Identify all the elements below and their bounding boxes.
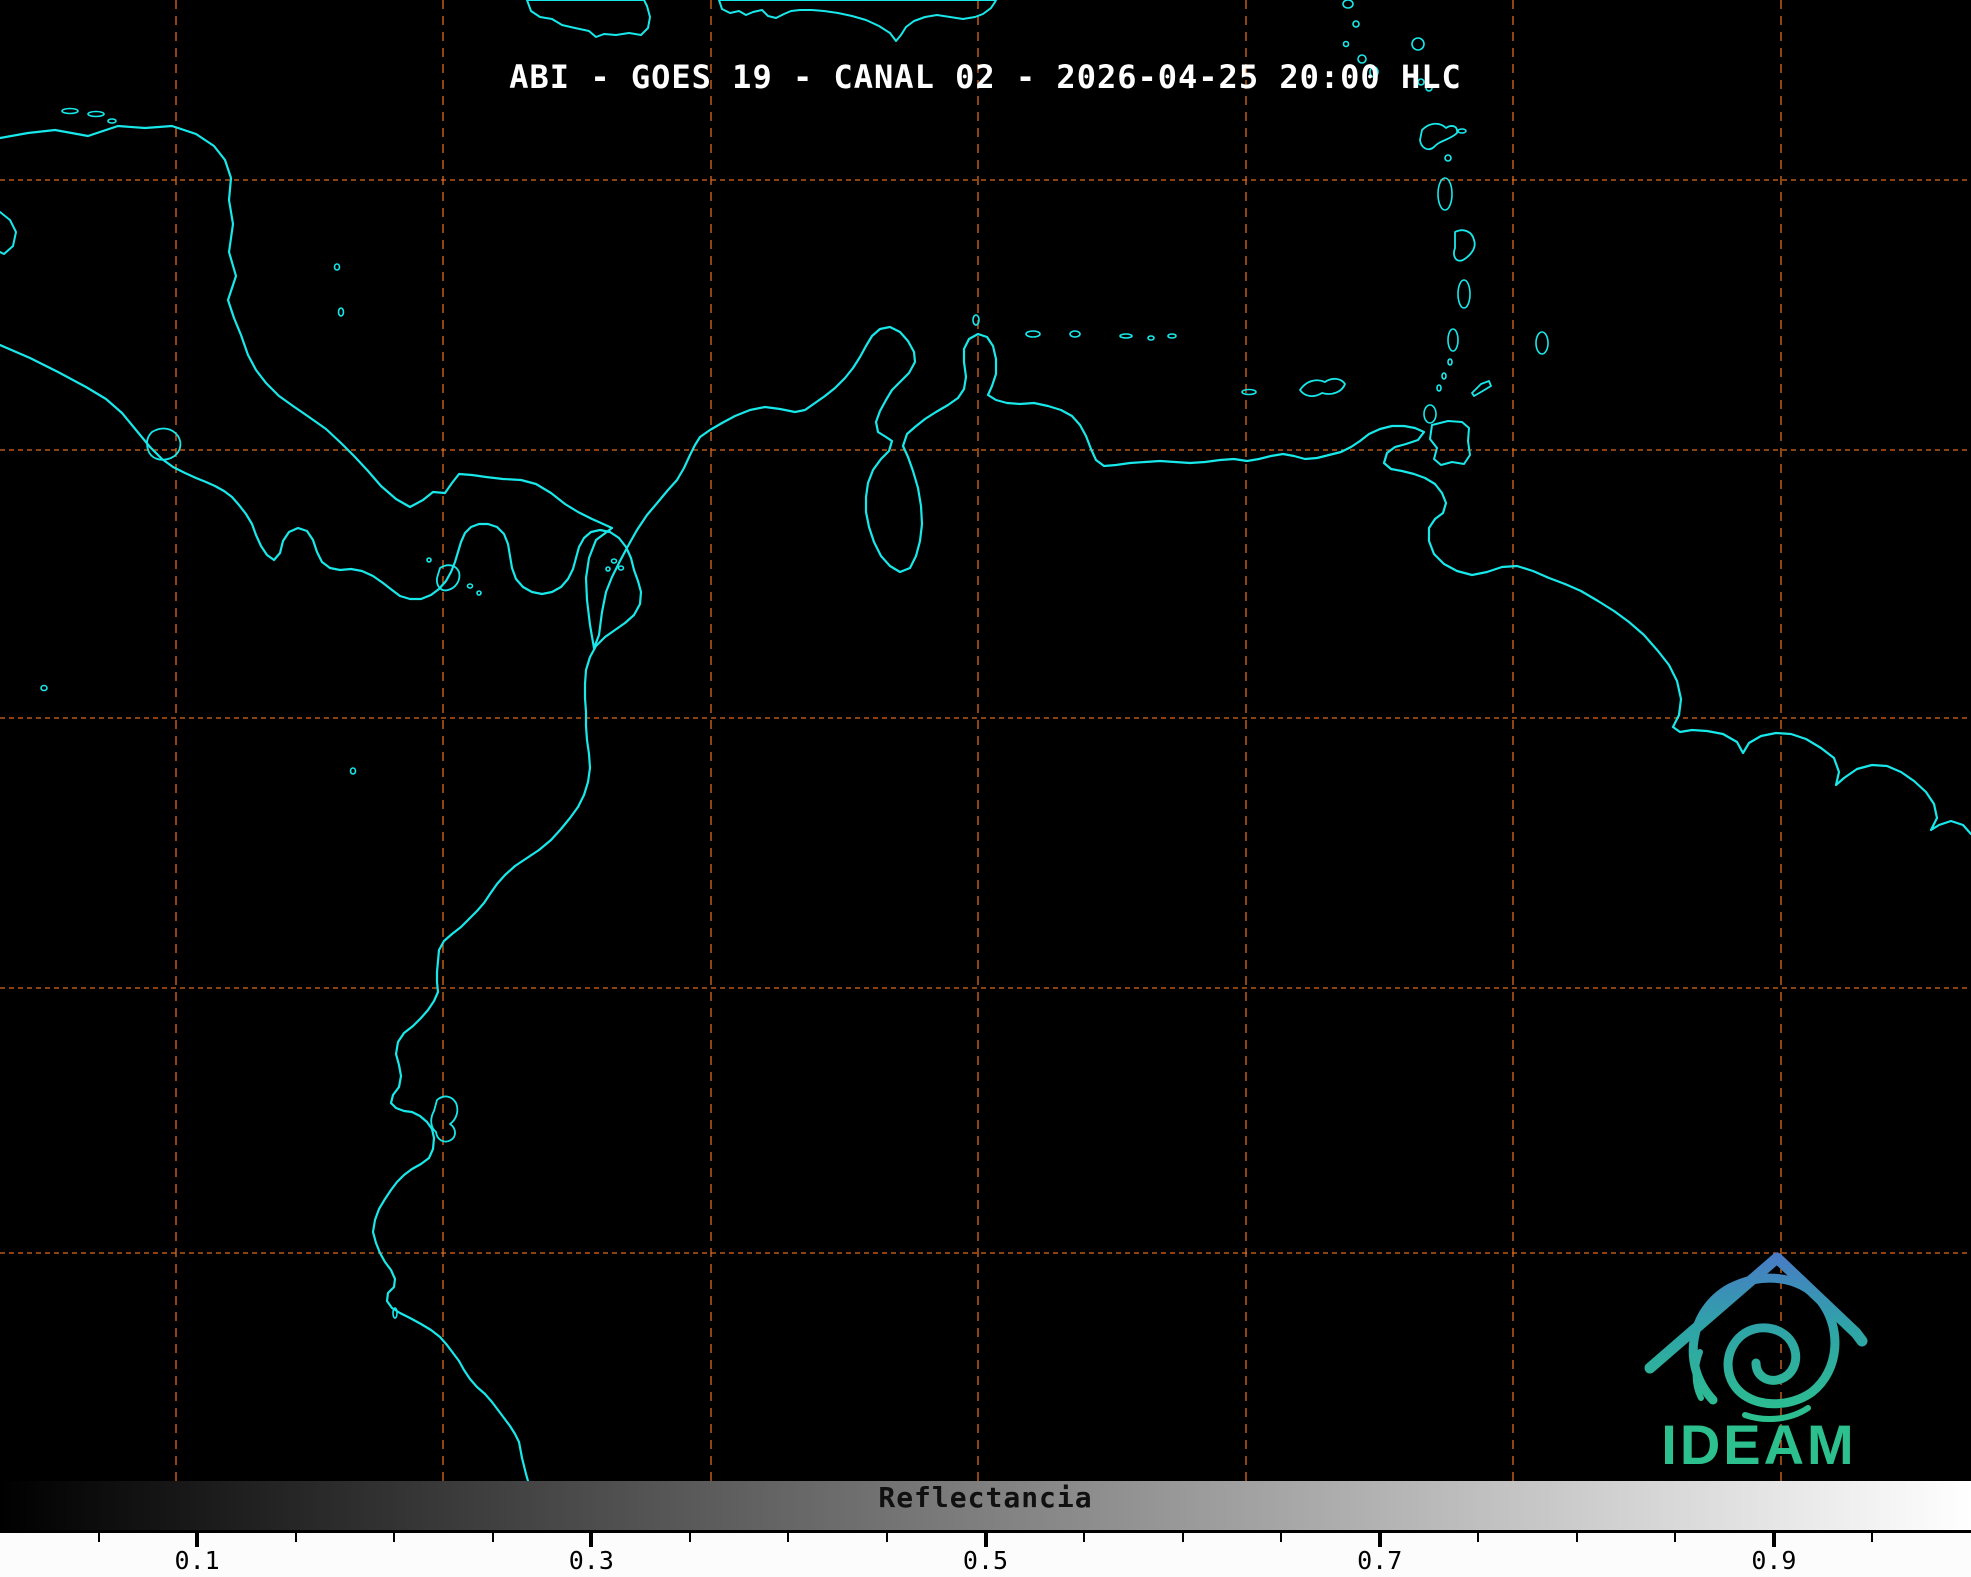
satellite-image-viewer: IDEAM ABI - GOES 19 - CANAL 02 - 2026-04… (0, 0, 1971, 1577)
islet (335, 264, 340, 270)
islet (1448, 359, 1452, 365)
coastline-guadeloupe (1420, 124, 1457, 149)
coastline-el-salvador-coast-fragment (0, 212, 16, 254)
islet (612, 559, 617, 563)
islet (88, 112, 104, 117)
islet (1448, 329, 1458, 351)
colorbar-minor-tick (1182, 1533, 1184, 1542)
colorbar-tick-label: 0.1 (175, 1546, 220, 1575)
islet (606, 567, 610, 571)
colorbar-minor-tick (393, 1533, 395, 1542)
islet (62, 109, 78, 114)
coastline-pacific-coast-nicaragua-to-peru (0, 345, 641, 1481)
colorbar-minor-tick (295, 1533, 297, 1542)
islet (619, 566, 624, 570)
islet (1536, 332, 1548, 354)
ideam-spiral-icon (1693, 1278, 1835, 1404)
colorbar-major-tick (1772, 1533, 1776, 1547)
islet (1343, 0, 1353, 8)
colorbar-major-tick (984, 1533, 988, 1547)
islet (1458, 280, 1470, 308)
colorbar-minor-tick (1871, 1533, 1873, 1542)
colorbar-minor-tick (1280, 1533, 1282, 1542)
coastline-martinique (1454, 230, 1475, 260)
coastline-jamaica (527, 0, 650, 37)
coastline-tobago (1472, 381, 1491, 396)
islet (1424, 405, 1436, 423)
image-title: ABI - GOES 19 - CANAL 02 - 2026-04-25 20… (0, 58, 1971, 96)
coastline-trinidad (1430, 421, 1470, 465)
latlon-gridlines (0, 0, 1971, 1481)
colorbar-minor-tick (886, 1533, 888, 1542)
coastline-puna-island-guayaquil (431, 1096, 457, 1141)
islet (1168, 334, 1176, 338)
islet (351, 768, 356, 774)
islet (41, 686, 47, 691)
colorbar-major-tick (589, 1533, 593, 1547)
islet (339, 308, 344, 316)
islet (1438, 178, 1452, 210)
colorbar-major-tick (1378, 1533, 1382, 1547)
islet (1070, 331, 1080, 337)
colorbar-minor-tick (1083, 1533, 1085, 1542)
colorbar-minor-tick (1477, 1533, 1479, 1542)
ideam-logo-text: IDEAM (1661, 1413, 1856, 1476)
islet (1437, 385, 1441, 391)
colorbar-major-tick (195, 1533, 199, 1547)
islet (1442, 373, 1446, 379)
colorbar-label: Reflectancia (0, 1481, 1971, 1514)
coastline-margarita (1300, 379, 1345, 396)
islet (1120, 334, 1132, 338)
islet (1148, 336, 1154, 340)
islet (1353, 21, 1359, 27)
colorbar: Reflectancia (0, 1481, 1971, 1533)
islet (427, 558, 431, 562)
colorbar-axis: 0.1 0.3 0.5 0.7 0.9 (0, 1533, 1971, 1577)
islet (1412, 38, 1424, 50)
islet (108, 119, 116, 123)
satellite-map: IDEAM (0, 0, 1971, 1481)
colorbar-minor-tick (1576, 1533, 1578, 1542)
islet (1026, 331, 1040, 337)
coastline-central-america-caribbean-south-america-coast (0, 126, 1971, 834)
colorbar-minor-tick (787, 1533, 789, 1542)
islet (1242, 390, 1256, 395)
colorbar-minor-tick (689, 1533, 691, 1542)
coastlines (0, 0, 1971, 1481)
islet (1344, 42, 1349, 47)
colorbar-minor-tick (98, 1533, 100, 1542)
colorbar-tick-label: 0.5 (963, 1546, 1008, 1575)
islet (468, 584, 473, 588)
colorbar-tick-label: 0.9 (1751, 1546, 1796, 1575)
islet (1458, 129, 1466, 133)
ideam-logo: IDEAM (1650, 1258, 1862, 1476)
coastline-hispaniola-south-coast (719, 0, 996, 41)
coastline-lake-nicaragua (147, 429, 180, 460)
islet (477, 591, 481, 595)
colorbar-minor-tick (492, 1533, 494, 1542)
islet (1445, 155, 1451, 161)
colorbar-tick-label: 0.3 (569, 1546, 614, 1575)
colorbar-minor-tick (1674, 1533, 1676, 1542)
colorbar-tick-label: 0.7 (1357, 1546, 1402, 1575)
